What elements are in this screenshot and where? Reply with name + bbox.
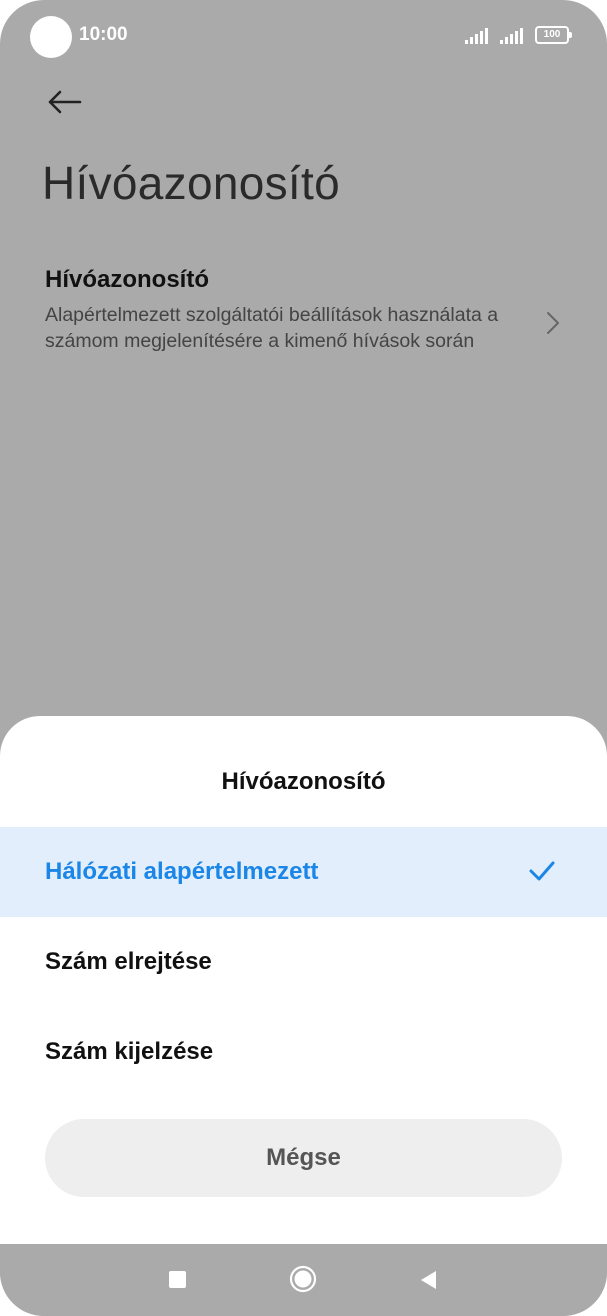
option-label: Szám kijelzése: [45, 1038, 214, 1065]
signal-icon: [465, 28, 488, 44]
signal-icon: [500, 28, 523, 44]
recents-square-icon[interactable]: [169, 1271, 186, 1288]
arrow-left-icon: [48, 90, 82, 114]
cancel-button[interactable]: Mégse: [45, 1119, 562, 1197]
checkmark-icon: [529, 861, 555, 881]
phone-screen: 10:00 100 Hívóazonosító Hívóazonosító Al…: [0, 0, 607, 1316]
caller-id-setting-row[interactable]: Hívóazonosító Alapértelmezett szolgáltat…: [0, 258, 607, 388]
battery-icon: 100: [535, 26, 572, 44]
status-time: 10:00: [79, 24, 128, 45]
option-network-default[interactable]: Hálózati alapértelmezett: [0, 827, 607, 917]
status-bar: 10:00 100: [0, 0, 607, 72]
page-title: Hívóazonosító: [42, 157, 340, 209]
home-circle-icon[interactable]: [289, 1265, 317, 1293]
setting-title: Hívóazonosító: [45, 266, 210, 293]
status-icons: 100: [465, 26, 572, 44]
setting-description: Alapértelmezett szolgáltatói beállítások…: [45, 304, 499, 352]
option-hide-number[interactable]: Szám elrejtése: [0, 917, 607, 1007]
chevron-right-icon: [547, 312, 559, 334]
option-show-number[interactable]: Szám kijelzése: [0, 1007, 607, 1097]
navigation-bar: [0, 1244, 607, 1316]
camera-cutout: [30, 16, 72, 58]
option-label: Hálózati alapértelmezett: [45, 858, 319, 885]
option-label: Szám elrejtése: [45, 948, 212, 975]
back-triangle-icon[interactable]: [418, 1269, 438, 1291]
back-button[interactable]: [40, 82, 88, 122]
caller-id-dialog: Hívóazonosító Hálózati alapértelmezett S…: [0, 716, 607, 1244]
dialog-title: Hívóazonosító: [221, 768, 386, 795]
